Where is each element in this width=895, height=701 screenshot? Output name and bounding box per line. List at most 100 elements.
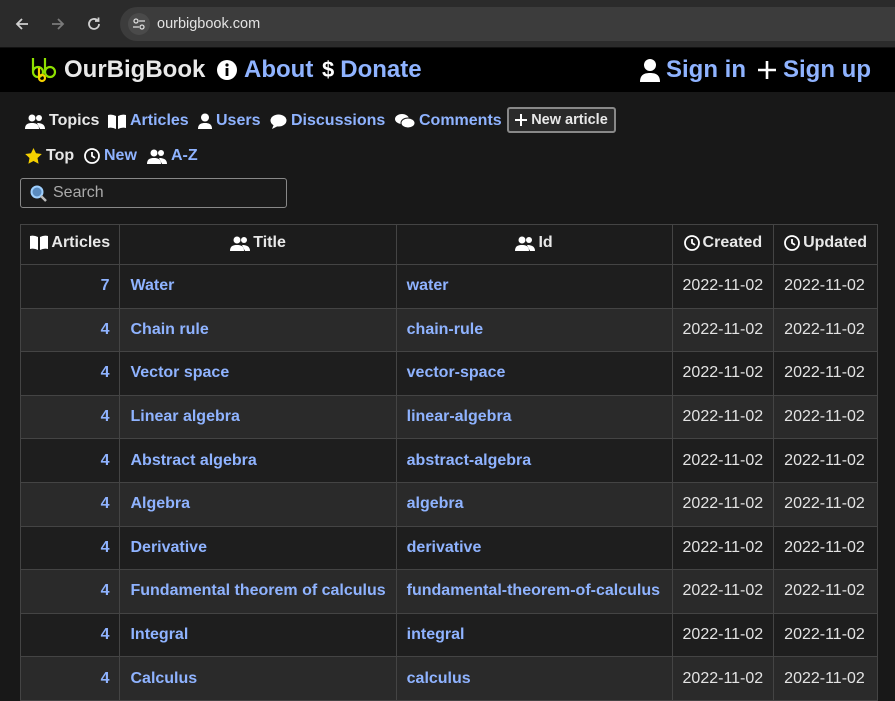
cell-articles[interactable]: 4 (19, 656, 121, 701)
tab-discussions[interactable]: Discussions (270, 112, 385, 130)
sort-az-label: A-Z (171, 147, 198, 164)
about-link[interactable]: About (216, 56, 313, 84)
search-icon (30, 185, 47, 202)
cell-id[interactable]: calculus (395, 656, 673, 701)
cell-title[interactable]: Chain rule (119, 307, 397, 353)
url-text[interactable]: ourbigbook.com (157, 16, 260, 32)
sort-az[interactable]: A-Z (147, 147, 198, 165)
cell-id[interactable]: vector-space (395, 351, 673, 396)
cell-id[interactable]: abstract-algebra (395, 438, 673, 483)
cell-created: 2022-11-02 (671, 438, 775, 483)
book-icon (30, 235, 49, 251)
cell-updated: 2022-11-02 (773, 481, 878, 527)
donate-link[interactable]: $ Donate (322, 56, 422, 84)
users-icon (25, 113, 45, 129)
tab-articles-label: Articles (130, 112, 189, 129)
cell-id[interactable]: fundamental-theorem-of-calculus (395, 569, 673, 614)
ourbigbook-logo-icon (31, 58, 57, 83)
cell-articles[interactable]: 7 (19, 264, 121, 309)
tab-topics[interactable]: Topics (25, 112, 99, 130)
star-icon (25, 148, 42, 164)
plus-icon (757, 60, 777, 80)
cell-id[interactable]: algebra (395, 481, 673, 527)
cell-created: 2022-11-02 (671, 351, 775, 396)
cell-id[interactable]: chain-rule (395, 307, 673, 353)
address-bar[interactable]: ourbigbook.com (120, 7, 895, 41)
cell-id[interactable]: linear-algebra (395, 394, 673, 440)
book-icon (108, 114, 126, 129)
cell-articles[interactable]: 4 (19, 525, 121, 571)
cell-title[interactable]: Derivative (119, 525, 397, 571)
sort-top-label: Top (46, 147, 75, 164)
cell-title[interactable]: Linear algebra (119, 394, 397, 440)
column-header-created[interactable]: Created (671, 224, 775, 265)
new-article-button[interactable]: New article (507, 107, 616, 133)
cell-id[interactable]: derivative (395, 525, 673, 571)
sign-in-link[interactable]: Sign in (640, 56, 746, 84)
cell-articles[interactable]: 4 (19, 481, 121, 527)
site-info-button[interactable] (128, 13, 150, 35)
cell-title[interactable]: Abstract algebra (119, 438, 397, 483)
forward-button[interactable] (47, 13, 69, 35)
clock-icon (784, 234, 800, 251)
users-icon (147, 148, 167, 164)
sort-new[interactable]: New (84, 147, 137, 165)
cell-updated: 2022-11-02 (773, 569, 878, 614)
column-header-id-label: Id (538, 233, 553, 251)
cell-created: 2022-11-02 (671, 656, 775, 701)
cell-title[interactable]: Vector space (119, 351, 397, 396)
table-row: 4 Calculus calculus 2022-11-02 2022-11-0… (19, 656, 878, 701)
users-icon (515, 236, 536, 251)
cell-articles[interactable]: 4 (19, 438, 121, 483)
cell-title[interactable]: Water (119, 264, 397, 309)
comments-icon (395, 113, 415, 129)
search-box[interactable] (20, 178, 287, 208)
column-header-title[interactable]: Title (119, 224, 397, 265)
cell-articles[interactable]: 4 (19, 307, 121, 353)
cell-title[interactable]: Fundamental theorem of calculus (119, 569, 397, 614)
table-row: 7 Water water 2022-11-02 2022-11-02 (19, 264, 878, 309)
tab-comments-label: Comments (419, 112, 502, 129)
cell-title[interactable]: Calculus (119, 656, 397, 701)
column-header-articles-label: Articles (51, 233, 111, 251)
column-header-articles[interactable]: Articles (19, 224, 121, 265)
comment-icon (270, 114, 287, 129)
tab-users[interactable]: Users (198, 112, 260, 130)
about-label: About (244, 56, 314, 83)
cell-updated: 2022-11-02 (773, 264, 878, 309)
cell-created: 2022-11-02 (671, 307, 775, 353)
cell-created: 2022-11-02 (671, 481, 775, 527)
back-button[interactable] (11, 13, 33, 35)
tab-topics-label: Topics (49, 112, 100, 129)
column-header-updated[interactable]: Updated (773, 224, 878, 265)
cell-title[interactable]: Algebra (119, 481, 397, 527)
sign-up-label: Sign up (783, 56, 871, 83)
donate-label: Donate (340, 56, 422, 83)
cell-title[interactable]: Integral (119, 612, 397, 658)
cell-articles[interactable]: 4 (19, 612, 121, 658)
cell-created: 2022-11-02 (671, 569, 775, 614)
cell-created: 2022-11-02 (671, 612, 775, 658)
user-icon (198, 113, 212, 129)
reload-button[interactable] (83, 13, 105, 35)
cell-updated: 2022-11-02 (773, 525, 878, 571)
cell-created: 2022-11-02 (671, 394, 775, 440)
home-link[interactable]: OurBigBook (30, 56, 205, 84)
topics-table: Articles Title Id Created Updated 7 Wate… (19, 224, 878, 701)
cell-articles[interactable]: 4 (19, 569, 121, 614)
cell-articles[interactable]: 4 (19, 394, 121, 440)
column-header-id[interactable]: Id (395, 224, 673, 265)
cell-id[interactable]: integral (395, 612, 673, 658)
tab-articles[interactable]: Articles (108, 112, 189, 130)
reload-icon (88, 17, 100, 30)
tune-icon (133, 18, 145, 30)
tab-comments[interactable]: Comments (395, 112, 502, 130)
tab-users-label: Users (216, 112, 261, 129)
cell-articles[interactable]: 4 (19, 351, 121, 396)
sign-up-link[interactable]: Sign up (757, 56, 871, 84)
search-input[interactable] (53, 184, 273, 202)
sort-top[interactable]: Top (25, 147, 74, 165)
cell-updated: 2022-11-02 (773, 351, 878, 396)
clock-icon (683, 234, 700, 251)
cell-id[interactable]: water (395, 264, 673, 309)
